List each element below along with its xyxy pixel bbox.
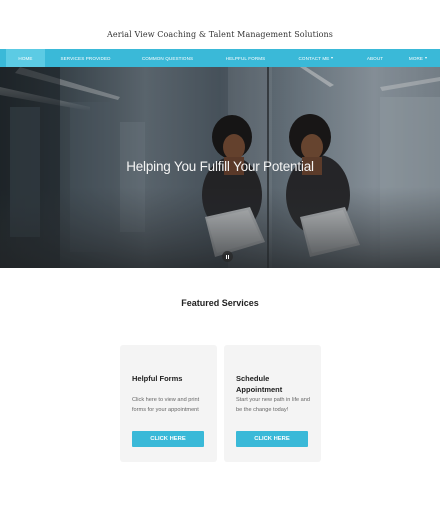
nav-item-label: HOME xyxy=(18,55,33,61)
card-title: Helpful Forms xyxy=(132,374,183,383)
nav-item-more[interactable]: MORE xyxy=(400,49,436,67)
nav-item-label: COMMON QUESTIONS xyxy=(141,55,194,61)
nav-item-label: SERVICES PROVIDED xyxy=(60,55,111,61)
service-card-helpful-forms: Helpful Forms Click here to view and pri… xyxy=(120,345,217,462)
click-here-button[interactable]: CLICK HERE xyxy=(236,431,308,447)
nav-item-label: ABOUT xyxy=(366,55,384,61)
pause-icon xyxy=(225,254,227,259)
slideshow-pause-button[interactable] xyxy=(222,251,233,262)
featured-services-heading: Featured Services xyxy=(181,298,259,308)
hero-caption: Helping You Fulfill Your Potential xyxy=(126,159,314,174)
nav-item-label: HELPFUL FORMS xyxy=(225,55,266,61)
nav-item-about[interactable]: ABOUT xyxy=(350,49,400,67)
chevron-down-icon xyxy=(425,57,428,59)
main-navigation: HOME SERVICES PROVIDED COMMON QUESTIONS … xyxy=(0,49,440,67)
card-text: Click here to view and print forms for y… xyxy=(132,397,200,413)
card-text: Start your new path in life and be the c… xyxy=(236,397,311,413)
nav-item-contact-me[interactable]: CONTACT ME xyxy=(282,49,350,67)
pause-icon xyxy=(228,254,230,259)
service-card-schedule-appointment: Schedule Appointment Start your new path… xyxy=(224,345,321,462)
nav-item-label: CONTACT ME xyxy=(298,55,330,61)
hero-slideshow: Helping You Fulfill Your Potential xyxy=(0,67,440,268)
nav-item-helpful-forms[interactable]: HELPFUL FORMS xyxy=(209,49,282,67)
nav-item-home[interactable]: HOME xyxy=(6,49,45,67)
card-title: Schedule Appointment xyxy=(236,374,283,394)
nav-item-common-questions[interactable]: COMMON QUESTIONS xyxy=(126,49,209,67)
site-title[interactable]: Aerial View Coaching & Talent Management… xyxy=(0,30,440,39)
nav-item-services-provided[interactable]: SERVICES PROVIDED xyxy=(47,49,124,67)
chevron-down-icon xyxy=(331,57,334,59)
click-here-button[interactable]: CLICK HERE xyxy=(132,431,204,447)
nav-item-label: MORE xyxy=(408,55,424,61)
